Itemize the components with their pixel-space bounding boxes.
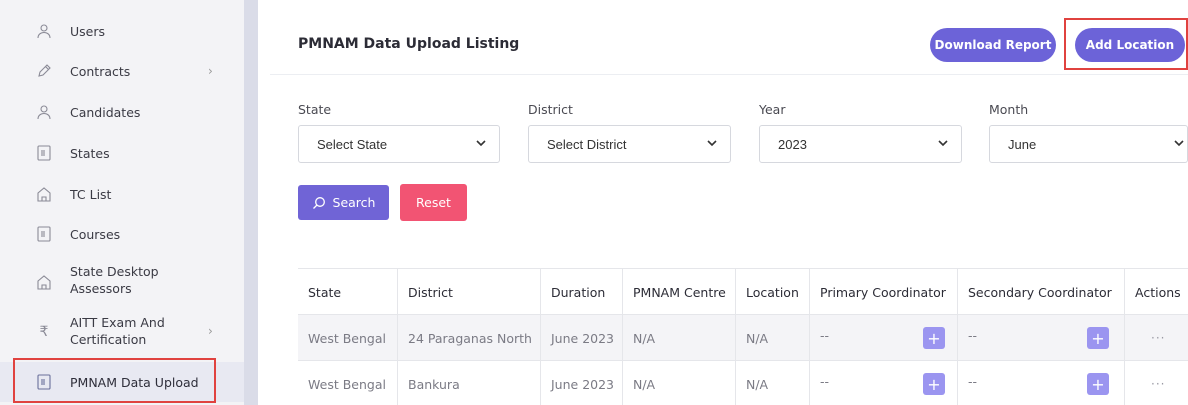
sidebar: Users Contracts › Candidates States TC L… [0,0,244,405]
cell-centre: N/A [622,315,735,361]
sidebar-item-label: Candidates [70,104,141,120]
sidebar-item-users[interactable]: Users [0,18,244,44]
primary-coordinator-value: -- [820,374,830,389]
chevron-down-icon [476,140,486,147]
month-label: Month [989,102,1029,117]
more-icon: ··· [1151,377,1166,391]
search-button[interactable]: Search [298,185,389,220]
column-header: PMNAM Centre [622,269,735,315]
page-title: PMNAM Data Upload Listing [298,36,520,52]
sidebar-item-candidates[interactable]: Candidates [0,99,244,125]
sidebar-scrollbar[interactable] [244,0,258,405]
table-header-row: State District Duration PMNAM Centre Loc… [298,269,1188,315]
column-header: Secondary Coordinator [957,269,1124,315]
column-header: Duration [540,269,622,315]
data-table: State District Duration PMNAM Centre Loc… [298,268,1188,405]
year-select[interactable]: 2023 [759,125,962,163]
column-header: Primary Coordinator [809,269,957,315]
state-select-value: Select State [317,136,388,152]
cell-state: West Bengal [308,376,386,392]
actions-menu-button[interactable]: ··· [1124,315,1188,361]
cell-primary: -- + [809,361,957,405]
secondary-coordinator-value: -- [968,328,978,343]
cell-district: 24 Paraganas North [397,315,540,361]
column-header: Actions [1124,269,1188,315]
cell-centre: N/A [622,361,735,405]
state-select[interactable]: Select State [298,125,500,163]
month-select-value: June [1008,136,1037,152]
column-header: State [308,284,342,300]
year-label: Year [759,102,786,117]
chevron-down-icon [938,140,948,147]
cell-district: Bankura [397,361,540,405]
add-secondary-coordinator-button[interactable]: + [1087,373,1109,395]
column-header: Location [735,269,809,315]
cell-location: N/A [735,361,809,405]
cell-primary: -- + [809,315,957,361]
column-header: District [397,269,540,315]
sidebar-item-aitt-exam[interactable]: ₹ AITT Exam And Certification › [0,312,244,350]
primary-coordinator-value: -- [820,328,830,343]
user-icon [35,103,53,121]
divider [270,74,1188,75]
cell-location: N/A [735,315,809,361]
cell-duration: June 2023 [540,315,622,361]
highlight-box [1064,18,1188,70]
user-icon [35,22,53,40]
document-icon [35,144,53,162]
table-row: West Bengal 24 Paraganas North June 2023… [298,315,1188,361]
sidebar-item-tc-list[interactable]: TC List [0,181,244,207]
rupee-icon: ₹ [39,324,49,340]
home-icon [35,185,53,203]
chevron-down-icon [707,140,717,147]
cell-secondary: -- + [957,361,1124,405]
cell-state: West Bengal [308,330,386,346]
sidebar-item-label: States [70,145,110,161]
year-select-value: 2023 [778,136,807,152]
sidebar-item-label: Contracts [70,63,131,79]
search-button-label: Search [332,195,376,210]
main-content: PMNAM Data Upload Listing Download Repor… [258,0,1188,405]
sidebar-item-label: AITT Exam And Certification [70,315,165,347]
add-secondary-coordinator-button[interactable]: + [1087,327,1109,349]
cell-duration: June 2023 [540,361,622,405]
add-primary-coordinator-button[interactable]: + [923,373,945,395]
actions-menu-button[interactable]: ··· [1124,361,1188,405]
sidebar-item-state-desktop-assessors[interactable]: State Desktop Assessors [0,262,244,298]
cell-secondary: -- + [957,315,1124,361]
month-select[interactable]: June [989,125,1188,163]
highlight-box [13,358,216,403]
sidebar-item-states[interactable]: States [0,140,244,166]
sidebar-item-label: TC List [70,186,112,202]
search-icon [312,196,325,209]
sidebar-item-contracts[interactable]: Contracts › [0,58,244,84]
sidebar-item-label: State Desktop Assessors [70,264,159,296]
sidebar-item-label: Courses [70,226,121,242]
more-icon: ··· [1151,331,1166,345]
sidebar-item-courses[interactable]: Courses [0,221,244,247]
pen-icon [35,62,53,80]
table-row: West Bengal Bankura June 2023 N/A N/A --… [298,361,1188,405]
reset-button[interactable]: Reset [400,184,467,221]
home-icon [35,273,53,291]
add-primary-coordinator-button[interactable]: + [923,327,945,349]
download-report-button[interactable]: Download Report [930,28,1056,62]
secondary-coordinator-value: -- [968,374,978,389]
district-select[interactable]: Select District [528,125,731,163]
chevron-right-icon: › [208,64,213,78]
chevron-down-icon [1174,140,1184,147]
state-label: State [298,102,332,117]
chevron-right-icon: › [208,324,213,338]
district-label: District [528,102,573,117]
sidebar-item-label: Users [70,23,106,39]
district-select-value: Select District [547,136,627,152]
document-icon [35,225,53,243]
